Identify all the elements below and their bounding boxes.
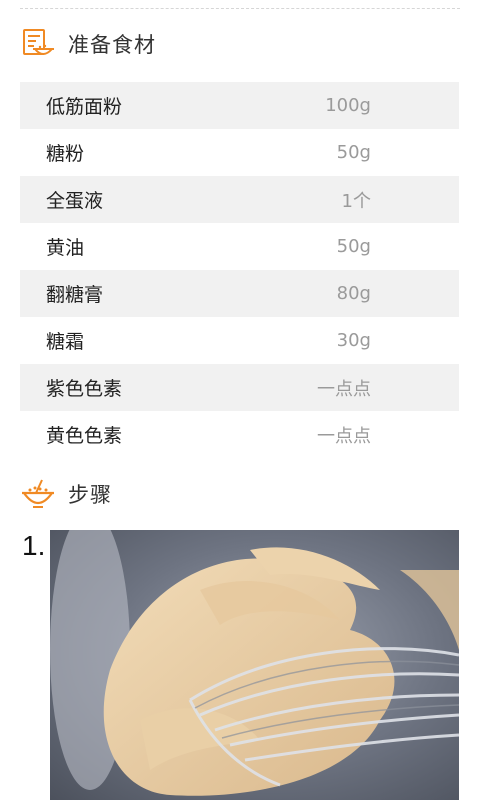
ingredient-row: 低筋面粉 100g <box>20 82 459 129</box>
ingredient-amount: 1个 <box>341 190 371 212</box>
top-divider <box>20 8 460 9</box>
ingredient-amount: 80g <box>336 283 371 304</box>
mixing-bowl-icon <box>20 476 56 512</box>
ingredient-row: 全蛋液 1个 <box>20 176 459 223</box>
ingredient-name: 黄油 <box>46 237 85 259</box>
ingredient-name: 紫色色素 <box>46 378 123 400</box>
ingredient-amount: 50g <box>336 142 371 163</box>
ingredient-name: 低筋面粉 <box>46 96 123 118</box>
ingredient-row: 糖霜 30g <box>20 317 459 364</box>
ingredient-amount: 一点点 <box>317 378 371 400</box>
ingredients-header: 准备食材 <box>20 24 156 64</box>
ingredient-amount: 100g <box>325 95 371 116</box>
steps-title: 步骤 <box>68 483 112 507</box>
ingredient-amount: 50g <box>336 236 371 257</box>
ingredient-name: 翻糖膏 <box>46 284 104 306</box>
ingredient-row: 黄油 50g <box>20 223 459 270</box>
ingredient-amount: 30g <box>336 330 371 351</box>
recipe-card-icon <box>20 26 56 62</box>
ingredient-row: 紫色色素 一点点 <box>20 364 459 411</box>
ingredient-name: 黄色色素 <box>46 425 123 447</box>
ingredient-amount: 一点点 <box>317 425 371 447</box>
ingredient-list: 低筋面粉 100g 糖粉 50g 全蛋液 1个 黄油 50g 翻糖膏 80g 糖… <box>20 82 459 458</box>
ingredient-name: 糖霜 <box>46 331 85 353</box>
ingredient-row: 翻糖膏 80g <box>20 270 459 317</box>
ingredient-row: 黄色色素 一点点 <box>20 411 459 458</box>
ingredients-title: 准备食材 <box>68 33 156 57</box>
butter-whisk-photo <box>50 530 459 800</box>
step-number: 1. <box>22 530 46 561</box>
ingredient-name: 糖粉 <box>46 143 85 165</box>
step-photo[interactable] <box>50 530 459 800</box>
ingredient-row: 糖粉 50g <box>20 129 459 176</box>
steps-header: 步骤 <box>20 474 112 514</box>
ingredient-name: 全蛋液 <box>46 190 104 212</box>
